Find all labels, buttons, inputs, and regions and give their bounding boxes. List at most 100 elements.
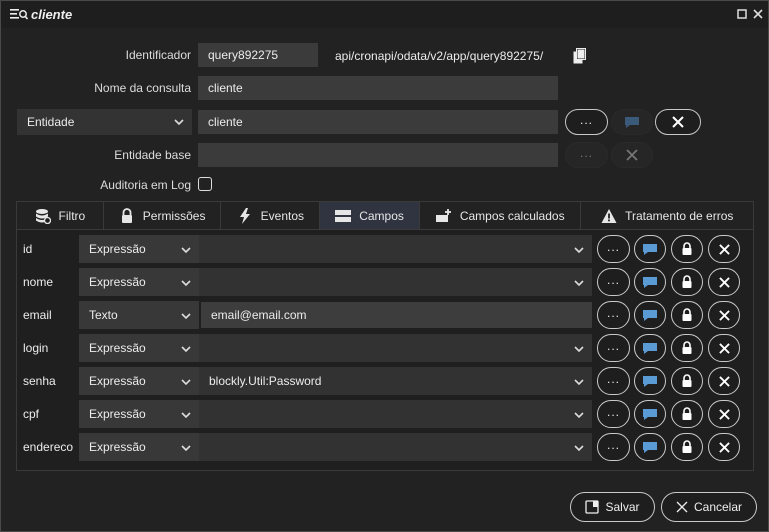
- tab-label: Campos calculados: [459, 209, 565, 223]
- copy-icon[interactable]: [573, 48, 587, 64]
- field-name: senha: [23, 374, 56, 388]
- field-lock-button[interactable]: [671, 268, 703, 296]
- field-comment-button[interactable]: [634, 367, 666, 395]
- x-icon: [672, 116, 684, 128]
- tab-permissoes[interactable]: Permissões: [104, 202, 222, 230]
- field-lock-button[interactable]: [671, 301, 703, 329]
- title-bar: cliente: [1, 1, 768, 28]
- field-name: id: [23, 242, 33, 256]
- field-type-text: Expressão: [89, 374, 146, 388]
- comment-icon: [643, 277, 657, 288]
- auditoria-checkbox[interactable]: [198, 177, 212, 191]
- field-type-select[interactable]: Expressão: [79, 433, 199, 461]
- entidade-select[interactable]: Entidade: [17, 109, 192, 135]
- field-lock-button[interactable]: [671, 433, 703, 461]
- field-more-button[interactable]: ...: [597, 367, 630, 395]
- chevron-down-icon: [181, 244, 191, 254]
- chevron-down-icon: [181, 277, 191, 287]
- lock-icon: [682, 440, 692, 453]
- field-more-button[interactable]: ...: [597, 433, 630, 461]
- field-more-button[interactable]: ...: [597, 400, 630, 428]
- chevron-down-icon: [181, 376, 191, 386]
- field-comment-button[interactable]: [634, 334, 666, 362]
- field-remove-button[interactable]: [708, 268, 740, 296]
- field-value-select[interactable]: [199, 334, 592, 362]
- field-name: nome: [23, 275, 54, 289]
- save-icon: [585, 500, 600, 514]
- tab-campos[interactable]: Campos: [320, 202, 420, 230]
- fields-panel: id Expressão... nome Expressão... email Texto…: [16, 229, 754, 471]
- field-type-select[interactable]: Expressão: [79, 367, 199, 395]
- warning-icon: [601, 209, 617, 223]
- chevron-down-icon: [574, 442, 584, 452]
- maximize-icon[interactable]: [736, 8, 748, 20]
- field-type-select[interactable]: Expressão: [79, 400, 199, 428]
- field-value-select[interactable]: blockly.Util:Password: [199, 367, 592, 395]
- field-more-button[interactable]: ...: [597, 334, 630, 362]
- field-type-select[interactable]: Expressão: [79, 235, 199, 263]
- field-comment-button[interactable]: [634, 301, 666, 329]
- field-lock-button[interactable]: [671, 235, 703, 263]
- field-lock-button[interactable]: [671, 367, 703, 395]
- ellipsis-text: ...: [579, 146, 593, 160]
- field-lock-button[interactable]: [671, 400, 703, 428]
- nome-consulta-input[interactable]: cliente: [198, 76, 558, 100]
- close-icon[interactable]: [752, 8, 764, 20]
- tab-eventos[interactable]: Eventos: [221, 202, 321, 230]
- lock-icon: [121, 208, 132, 223]
- x-icon: [718, 309, 730, 321]
- tab-label: Tratamento de erros: [625, 209, 734, 223]
- field-comment-button[interactable]: [634, 433, 666, 461]
- tab-bar: Filtro Permissões Eventos Campos Campos …: [16, 201, 754, 230]
- field-value-select[interactable]: [199, 268, 592, 296]
- entidade-input[interactable]: cliente: [198, 110, 558, 134]
- tab-tratamento-erros[interactable]: Tratamento de erros: [581, 202, 753, 230]
- comment-icon: [643, 244, 657, 255]
- field-remove-button[interactable]: [708, 235, 740, 263]
- field-remove-button[interactable]: [708, 433, 740, 461]
- tab-campos-calculados[interactable]: Campos calculados: [420, 202, 582, 230]
- field-more-button[interactable]: ...: [597, 268, 630, 296]
- entidade-base-clear-button[interactable]: [611, 142, 653, 168]
- entidade-comment-button[interactable]: [611, 109, 653, 135]
- database-gear-icon: [35, 209, 51, 224]
- field-type-text: Expressão: [89, 341, 146, 355]
- field-lock-button[interactable]: [671, 334, 703, 362]
- field-remove-button[interactable]: [708, 400, 740, 428]
- entidade-base-input[interactable]: [198, 143, 558, 167]
- field-more-button[interactable]: ...: [597, 301, 630, 329]
- field-type-select[interactable]: Expressão: [79, 334, 199, 362]
- field-value-input[interactable]: email@email.com: [201, 302, 592, 328]
- x-icon: [676, 501, 688, 513]
- identificador-field[interactable]: query892275: [198, 43, 318, 67]
- comment-icon: [625, 117, 639, 128]
- field-remove-button[interactable]: [708, 301, 740, 329]
- field-value-select[interactable]: [199, 433, 592, 461]
- ellipsis-text: ...: [606, 405, 620, 419]
- field-type-select[interactable]: Expressão: [79, 268, 199, 296]
- save-button[interactable]: Salvar: [570, 492, 655, 522]
- field-value-select[interactable]: [199, 235, 592, 263]
- field-more-button[interactable]: ...: [597, 235, 630, 263]
- field-type-select[interactable]: Texto: [79, 301, 199, 329]
- field-comment-button[interactable]: [634, 235, 666, 263]
- chevron-down-icon: [574, 343, 584, 353]
- lock-icon: [682, 374, 692, 387]
- field-remove-button[interactable]: [708, 334, 740, 362]
- entidade-select-label: Entidade: [27, 115, 75, 129]
- comment-icon: [643, 409, 657, 420]
- x-icon: [626, 149, 638, 161]
- field-comment-button[interactable]: [634, 268, 666, 296]
- x-icon: [718, 342, 730, 354]
- cancel-button[interactable]: Cancelar: [661, 492, 757, 522]
- entidade-clear-button[interactable]: [655, 109, 701, 135]
- window-title: cliente: [31, 7, 73, 22]
- field-value-select[interactable]: [199, 400, 592, 428]
- field-comment-button[interactable]: [634, 400, 666, 428]
- field-remove-button[interactable]: [708, 367, 740, 395]
- tab-filtro[interactable]: Filtro: [17, 202, 104, 230]
- entidade-base-more-button[interactable]: ...: [565, 142, 608, 168]
- chevron-down-icon: [181, 310, 191, 320]
- nome-consulta-label: Nome da consulta: [94, 81, 191, 95]
- entidade-more-button[interactable]: ...: [565, 109, 608, 135]
